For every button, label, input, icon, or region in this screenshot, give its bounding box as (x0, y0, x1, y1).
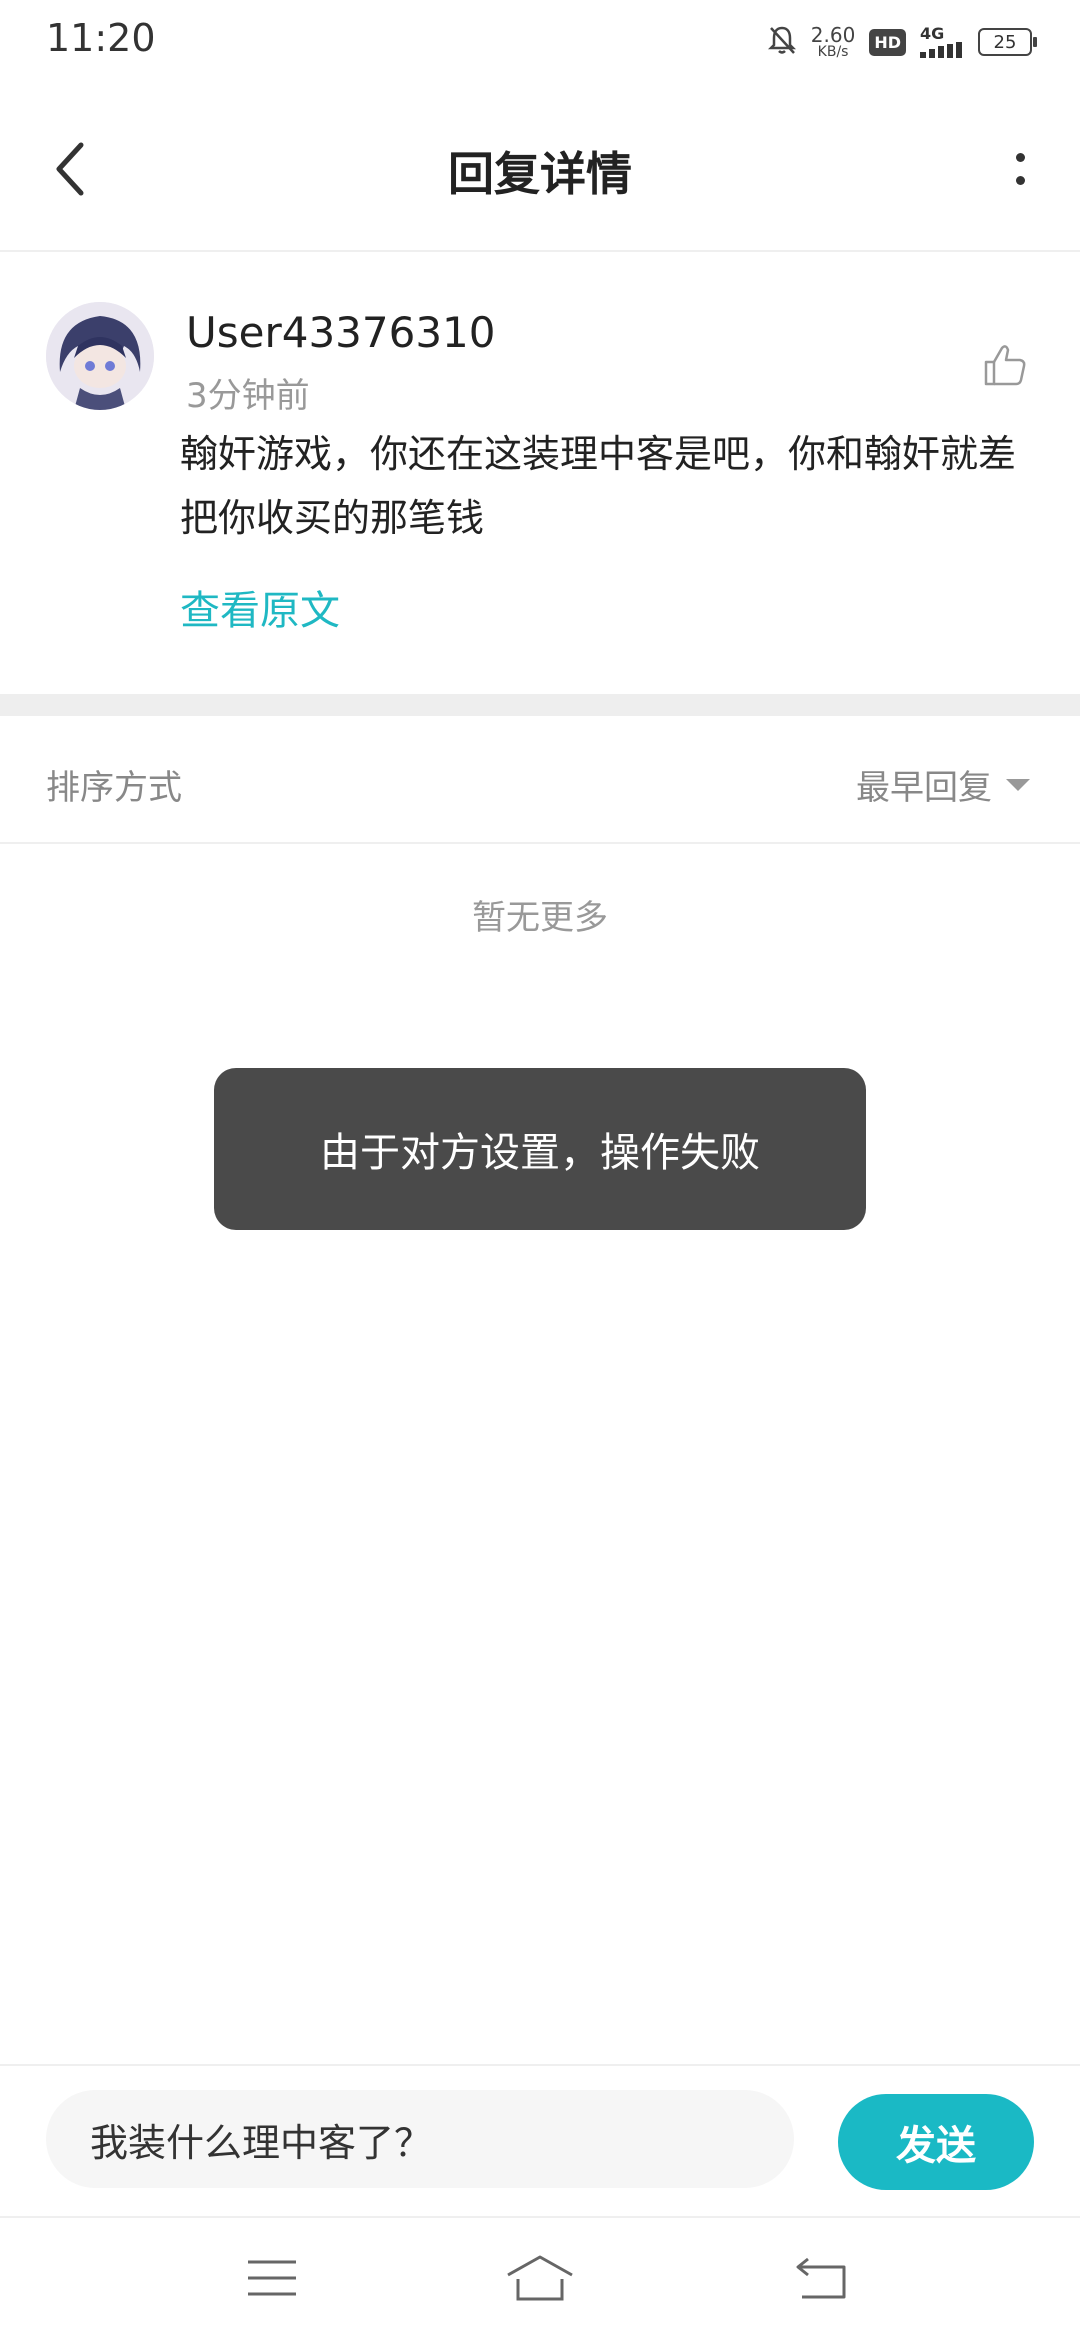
signal-bars-icon (920, 42, 962, 58)
sort-bar: 排序方式 最早回复 (0, 716, 1080, 844)
sort-dropdown[interactable]: 最早回复 (856, 760, 1030, 809)
toast-text: 由于对方设置，操作失败 (320, 1130, 760, 1176)
thumbs-up-icon (984, 345, 1026, 386)
like-button[interactable] (970, 330, 1040, 400)
menu-icon (248, 2260, 296, 2296)
sort-label: 排序方式 (46, 768, 182, 808)
more-vertical-icon (1015, 153, 1025, 162)
toast-message: 由于对方设置，操作失败 (214, 1068, 866, 1230)
hd-badge: HD (869, 28, 906, 56)
more-options-button[interactable] (990, 134, 1050, 204)
status-icons: 2.60 KB/s HD 4G 25 (767, 20, 1037, 64)
page-title: 回复详情 (448, 147, 632, 201)
battery-level: 25 (993, 31, 1017, 53)
reply-input-value: 我装什么理中客了？ (90, 2120, 433, 2165)
signal-indicator: 4G (920, 26, 964, 58)
comment-text: 翰奸游戏，你还在这装理中客是吧，你和翰奸就差把你收买的那笔钱 (180, 432, 1017, 540)
nav-menu-button[interactable] (232, 2248, 312, 2308)
nav-back-button[interactable] (782, 2248, 862, 2308)
back-icon (796, 2257, 846, 2299)
section-divider (0, 694, 1080, 716)
comment-timestamp: 3分钟前 (186, 376, 310, 416)
reply-input[interactable]: 我装什么理中客了？ (46, 2090, 794, 2188)
reply-bar: 我装什么理中客了？ 发送 (0, 2064, 1080, 2216)
top-bar: 回复详情 (0, 84, 1080, 252)
avatar[interactable] (46, 302, 154, 410)
view-original-link[interactable]: 查看原文 (180, 578, 340, 636)
network-speed-value: 2.60 (810, 23, 856, 47)
network-type-label: 4G (920, 24, 945, 43)
system-nav-bar (0, 2216, 1080, 2340)
network-speed: 2.60 KB/s (811, 25, 856, 59)
nav-home-button[interactable] (500, 2248, 580, 2308)
empty-list-text: 暂无更多 (472, 898, 608, 938)
send-button[interactable]: 发送 (838, 2094, 1034, 2190)
network-speed-unit: KB/s (817, 44, 849, 60)
mute-bell-icon (767, 24, 797, 60)
caret-down-icon (1006, 778, 1030, 791)
status-bar: 11:20 2.60 KB/s HD 4G 25 (0, 0, 1080, 84)
sort-selected-value: 最早回复 (856, 768, 992, 808)
status-time: 11:20 (46, 16, 156, 60)
battery-icon: 25 (978, 28, 1037, 56)
comment-card: User43376310 3分钟前 翰奸游戏，你还在这装理中客是吧，你和翰奸就差… (0, 252, 1080, 694)
home-icon (507, 2255, 573, 2301)
username[interactable]: User43376310 (186, 308, 496, 357)
